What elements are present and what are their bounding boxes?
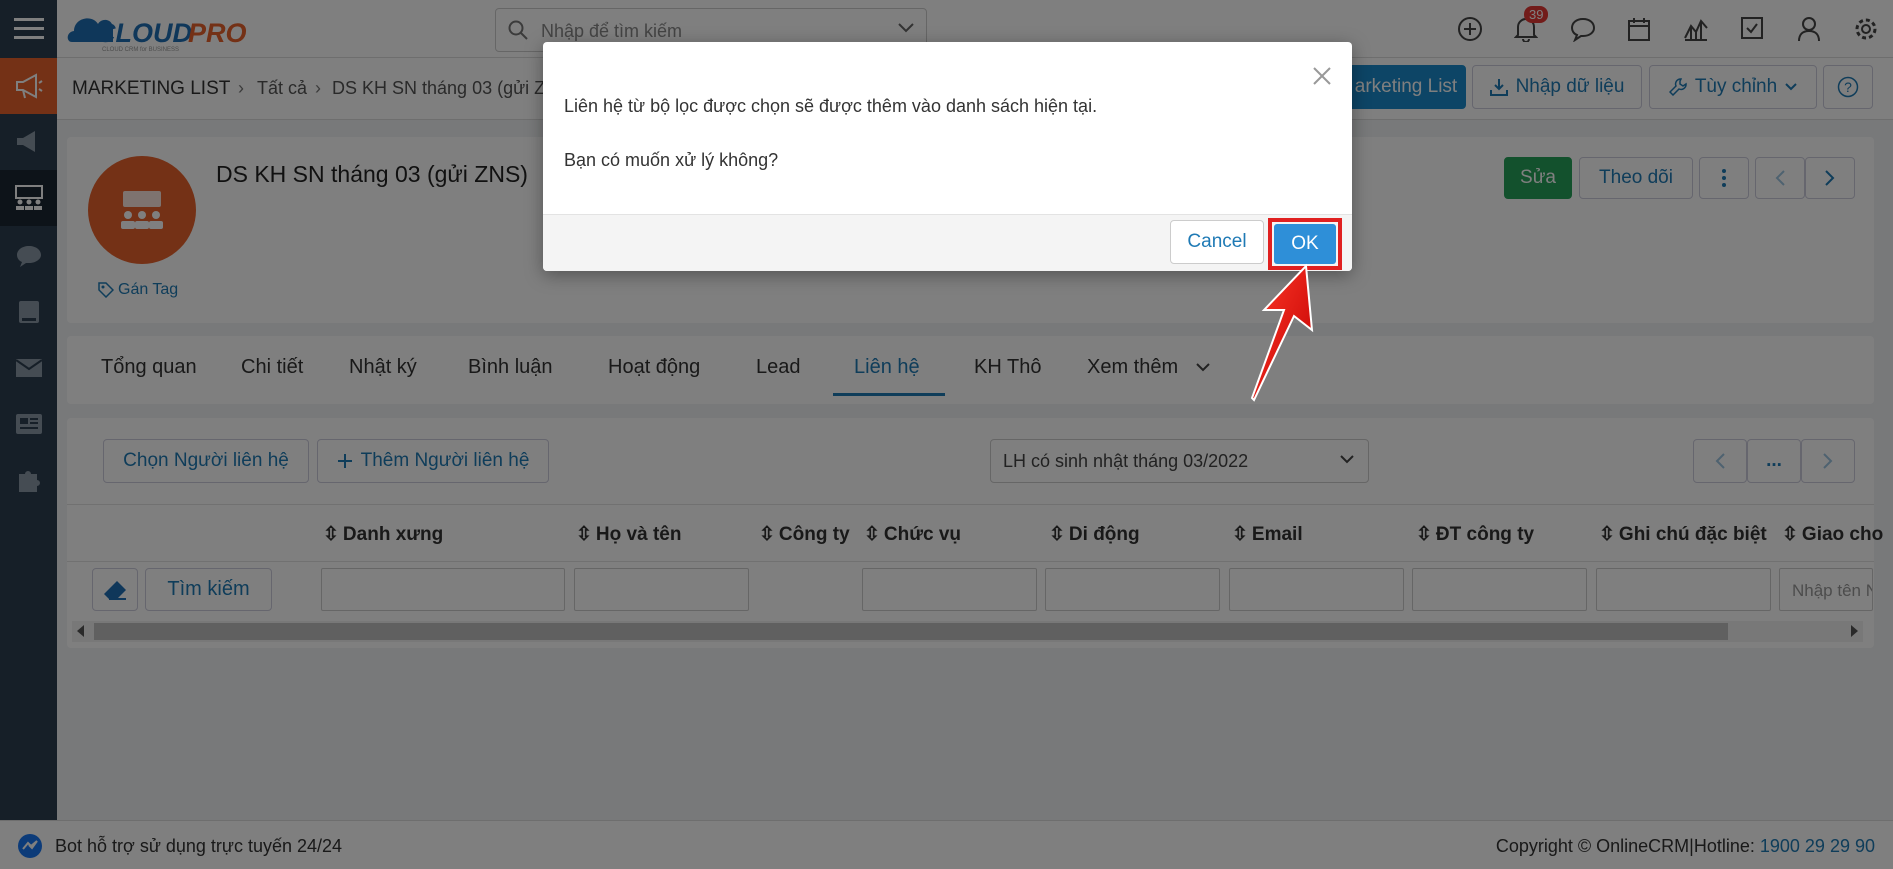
cancel-button[interactable]: Cancel [1170, 220, 1264, 264]
ok-label: OK [1291, 233, 1319, 254]
dialog-question: Bạn có muốn xử lý không? [564, 150, 779, 170]
pointer-arrow-icon [1250, 263, 1314, 402]
cancel-label: Cancel [1187, 231, 1247, 252]
confirm-dialog: Liên hệ từ bộ lọc được chọn sẽ được thêm… [543, 42, 1352, 271]
ok-button[interactable]: OK [1274, 224, 1336, 264]
close-icon[interactable] [1312, 66, 1332, 86]
dialog-message: Liên hệ từ bộ lọc được chọn sẽ được thêm… [564, 96, 1098, 116]
